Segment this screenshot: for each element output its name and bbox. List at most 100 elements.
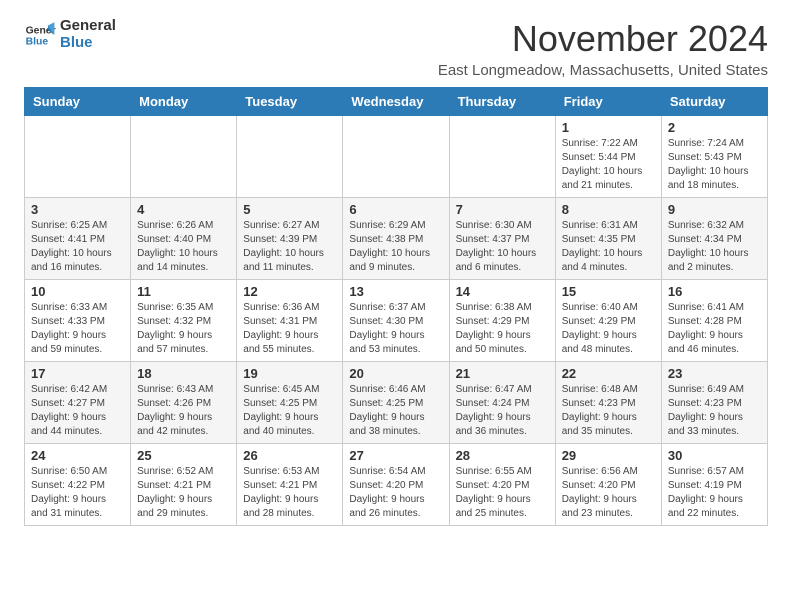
calendar-cell-w3-d0: 17Sunrise: 6:42 AM Sunset: 4:27 PM Dayli…: [25, 362, 131, 444]
calendar-cell-w0-d1: [131, 116, 237, 198]
week-row-2: 10Sunrise: 6:33 AM Sunset: 4:33 PM Dayli…: [25, 280, 768, 362]
day-number-25: 25: [137, 448, 230, 463]
calendar-cell-w4-d5: 29 Sunrise: 6:56 AM Sunset: 4:20 PM Dayli…: [555, 444, 661, 526]
calendar-table: Sunday Monday Tuesday Wednesday Thursday…: [24, 87, 768, 526]
calendar-cell-w2-d0: 10Sunrise: 6:33 AM Sunset: 4:33 PM Dayli…: [25, 280, 131, 362]
calendar-cell-w2-d4: 14 Sunrise: 6:38 AM Sunset: 4:29 PM Dayli…: [449, 280, 555, 362]
day-info-14: Sunrise: 6:38 AM Sunset: 4:29 PM Dayligh…: [456, 301, 549, 357]
calendar-cell-w3-d4: 21 Sunrise: 6:47 AM Sunset: 4:24 PM Dayli…: [449, 362, 555, 444]
calendar-cell-w1-d0: 3 Sunrise: 6:25 AM Sunset: 4:41 PM Daylig…: [25, 198, 131, 280]
calendar-cell-w1-d6: 9 Sunrise: 6:32 AM Sunset: 4:34 PM Daylig…: [661, 198, 767, 280]
day-number-14: 14: [456, 284, 549, 299]
day-number-18: 18: [137, 366, 230, 381]
calendar-cell-w1-d1: 4 Sunrise: 6:26 AM Sunset: 4:40 PM Daylig…: [131, 198, 237, 280]
calendar-cell-w3-d3: 20 Sunrise: 6:46 AM Sunset: 4:25 PM Dayli…: [343, 362, 449, 444]
week-row-1: 3 Sunrise: 6:25 AM Sunset: 4:41 PM Daylig…: [25, 198, 768, 280]
calendar-cell-w4-d0: 24Sunrise: 6:50 AM Sunset: 4:22 PM Dayli…: [25, 444, 131, 526]
calendar-cell-w4-d6: 30 Sunrise: 6:57 AM Sunset: 4:19 PM Dayli…: [661, 444, 767, 526]
day-info-3: Sunrise: 6:25 AM Sunset: 4:41 PM Dayligh…: [31, 219, 124, 275]
month-title: November 2024: [438, 18, 768, 60]
logo-text: General Blue: [60, 18, 116, 51]
week-row-0: 1 Sunrise: 7:22 AM Sunset: 5:44 PM Daylig…: [25, 116, 768, 198]
calendar-cell-w1-d4: 7Sunrise: 6:30 AM Sunset: 4:37 PM Daylig…: [449, 198, 555, 280]
header-monday: Monday: [131, 88, 237, 116]
day-number-15: 15: [562, 284, 655, 299]
day-info-23: Sunrise: 6:49 AM Sunset: 4:23 PM Dayligh…: [668, 383, 761, 439]
day-info-7: Sunrise: 6:30 AM Sunset: 4:37 PM Dayligh…: [456, 219, 549, 275]
calendar-cell-w0-d2: [237, 116, 343, 198]
svg-text:Blue: Blue: [26, 36, 49, 47]
day-info-6: Sunrise: 6:29 AM Sunset: 4:38 PM Dayligh…: [349, 219, 442, 275]
calendar-cell-w2-d5: 15 Sunrise: 6:40 AM Sunset: 4:29 PM Dayli…: [555, 280, 661, 362]
calendar-cell-w2-d6: 16 Sunrise: 6:41 AM Sunset: 4:28 PM Dayli…: [661, 280, 767, 362]
header-thursday: Thursday: [449, 88, 555, 116]
week-row-4: 24Sunrise: 6:50 AM Sunset: 4:22 PM Dayli…: [25, 444, 768, 526]
calendar-cell-w2-d2: 12Sunrise: 6:36 AM Sunset: 4:31 PM Dayli…: [237, 280, 343, 362]
calendar-cell-w3-d2: 19 Sunrise: 6:45 AM Sunset: 4:25 PM Dayli…: [237, 362, 343, 444]
day-info-2: Sunrise: 7:24 AM Sunset: 5:43 PM Dayligh…: [668, 137, 761, 193]
day-info-9: Sunrise: 6:32 AM Sunset: 4:34 PM Dayligh…: [668, 219, 761, 275]
day-info-30: Sunrise: 6:57 AM Sunset: 4:19 PM Dayligh…: [668, 465, 761, 521]
week-row-3: 17Sunrise: 6:42 AM Sunset: 4:27 PM Dayli…: [25, 362, 768, 444]
calendar-cell-w1-d3: 6Sunrise: 6:29 AM Sunset: 4:38 PM Daylig…: [343, 198, 449, 280]
day-number-2: 2: [668, 120, 761, 135]
page-header: General Blue General Blue November 2024 …: [0, 0, 792, 87]
calendar-body: 1 Sunrise: 7:22 AM Sunset: 5:44 PM Daylig…: [25, 116, 768, 526]
day-info-25: Sunrise: 6:52 AM Sunset: 4:21 PM Dayligh…: [137, 465, 230, 521]
calendar-cell-w1-d2: 5Sunrise: 6:27 AM Sunset: 4:39 PM Daylig…: [237, 198, 343, 280]
day-number-28: 28: [456, 448, 549, 463]
day-number-1: 1: [562, 120, 655, 135]
calendar-cell-w2-d3: 13Sunrise: 6:37 AM Sunset: 4:30 PM Dayli…: [343, 280, 449, 362]
calendar-cell-w0-d5: 1 Sunrise: 7:22 AM Sunset: 5:44 PM Daylig…: [555, 116, 661, 198]
day-info-18: Sunrise: 6:43 AM Sunset: 4:26 PM Dayligh…: [137, 383, 230, 439]
day-number-4: 4: [137, 202, 230, 217]
day-number-23: 23: [668, 366, 761, 381]
day-info-10: Sunrise: 6:33 AM Sunset: 4:33 PM Dayligh…: [31, 301, 124, 357]
day-info-20: Sunrise: 6:46 AM Sunset: 4:25 PM Dayligh…: [349, 383, 442, 439]
day-info-21: Sunrise: 6:47 AM Sunset: 4:24 PM Dayligh…: [456, 383, 549, 439]
day-number-9: 9: [668, 202, 761, 217]
day-info-22: Sunrise: 6:48 AM Sunset: 4:23 PM Dayligh…: [562, 383, 655, 439]
day-info-16: Sunrise: 6:41 AM Sunset: 4:28 PM Dayligh…: [668, 301, 761, 357]
calendar-header: Sunday Monday Tuesday Wednesday Thursday…: [25, 88, 768, 116]
header-row: Sunday Monday Tuesday Wednesday Thursday…: [25, 88, 768, 116]
day-number-13: 13: [349, 284, 442, 299]
day-number-29: 29: [562, 448, 655, 463]
header-wednesday: Wednesday: [343, 88, 449, 116]
day-info-15: Sunrise: 6:40 AM Sunset: 4:29 PM Dayligh…: [562, 301, 655, 357]
logo-blue: Blue: [60, 35, 116, 52]
calendar-cell-w1-d5: 8 Sunrise: 6:31 AM Sunset: 4:35 PM Daylig…: [555, 198, 661, 280]
day-number-27: 27: [349, 448, 442, 463]
calendar-cell-w4-d3: 27 Sunrise: 6:54 AM Sunset: 4:20 PM Dayli…: [343, 444, 449, 526]
day-info-12: Sunrise: 6:36 AM Sunset: 4:31 PM Dayligh…: [243, 301, 336, 357]
calendar-wrapper: Sunday Monday Tuesday Wednesday Thursday…: [0, 87, 792, 538]
day-number-19: 19: [243, 366, 336, 381]
day-info-1: Sunrise: 7:22 AM Sunset: 5:44 PM Dayligh…: [562, 137, 655, 193]
calendar-cell-w3-d6: 23 Sunrise: 6:49 AM Sunset: 4:23 PM Dayli…: [661, 362, 767, 444]
location-subtitle: East Longmeadow, Massachusetts, United S…: [438, 62, 768, 79]
day-number-30: 30: [668, 448, 761, 463]
calendar-cell-w3-d5: 22Sunrise: 6:48 AM Sunset: 4:23 PM Dayli…: [555, 362, 661, 444]
header-saturday: Saturday: [661, 88, 767, 116]
calendar-cell-w3-d1: 18 Sunrise: 6:43 AM Sunset: 4:26 PM Dayli…: [131, 362, 237, 444]
day-info-29: Sunrise: 6:56 AM Sunset: 4:20 PM Dayligh…: [562, 465, 655, 521]
day-info-19: Sunrise: 6:45 AM Sunset: 4:25 PM Dayligh…: [243, 383, 336, 439]
header-sunday: Sunday: [25, 88, 131, 116]
day-number-3: 3: [31, 202, 124, 217]
day-number-16: 16: [668, 284, 761, 299]
logo: General Blue General Blue: [24, 18, 116, 51]
day-info-27: Sunrise: 6:54 AM Sunset: 4:20 PM Dayligh…: [349, 465, 442, 521]
calendar-cell-w4-d1: 25 Sunrise: 6:52 AM Sunset: 4:21 PM Dayli…: [131, 444, 237, 526]
header-tuesday: Tuesday: [237, 88, 343, 116]
calendar-cell-w4-d4: 28Sunrise: 6:55 AM Sunset: 4:20 PM Dayli…: [449, 444, 555, 526]
day-info-8: Sunrise: 6:31 AM Sunset: 4:35 PM Dayligh…: [562, 219, 655, 275]
day-number-8: 8: [562, 202, 655, 217]
logo-general: General: [60, 18, 116, 35]
calendar-cell-w2-d1: 11Sunrise: 6:35 AM Sunset: 4:32 PM Dayli…: [131, 280, 237, 362]
day-number-24: 24: [31, 448, 124, 463]
day-number-20: 20: [349, 366, 442, 381]
calendar-cell-w0-d4: [449, 116, 555, 198]
day-info-11: Sunrise: 6:35 AM Sunset: 4:32 PM Dayligh…: [137, 301, 230, 357]
day-info-4: Sunrise: 6:26 AM Sunset: 4:40 PM Dayligh…: [137, 219, 230, 275]
day-number-21: 21: [456, 366, 549, 381]
